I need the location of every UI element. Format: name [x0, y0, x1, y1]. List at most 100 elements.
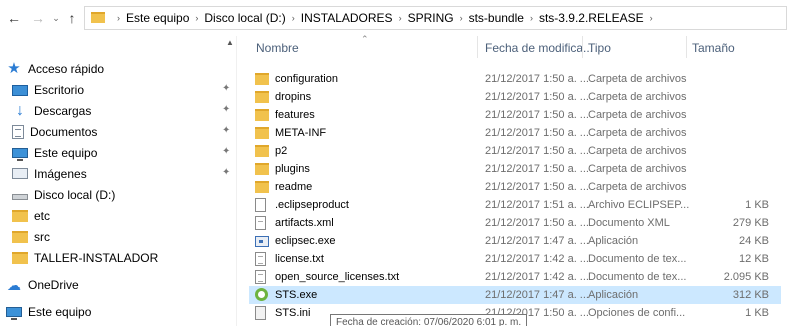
table-row[interactable]: dropins 21/12/2017 1:50 a. ... Carpeta d… — [249, 88, 781, 106]
file-size: 1 KB — [745, 199, 769, 211]
sidebar-item-images[interactable]: Imágenes ✦ — [12, 163, 242, 184]
file-name: configuration — [275, 73, 338, 85]
arrow-left-icon[interactable]: ← — [6, 10, 22, 26]
column-divider[interactable] — [477, 36, 478, 58]
folder-icon — [12, 230, 28, 243]
file-type: Carpeta de archivos — [588, 181, 687, 193]
computer-icon — [12, 148, 28, 161]
column-divider[interactable] — [686, 36, 687, 58]
pin-icon: ✦ — [222, 83, 231, 94]
sts-app-icon — [255, 288, 268, 301]
file-name: STS.exe — [275, 289, 318, 301]
sidebar-item-this-pc-root[interactable]: Este equipo — [6, 301, 236, 322]
column-header-date[interactable]: Fecha de modifica... — [485, 41, 593, 55]
file-date: 21/12/2017 1:50 a. ... — [485, 181, 589, 193]
sidebar-item-desktop[interactable]: Escritorio ✦ — [12, 79, 242, 100]
table-row[interactable]: eclipsec.exe 21/12/2017 1:47 a. ... Apli… — [249, 232, 781, 250]
table-row[interactable]: plugins 21/12/2017 1:50 a. ... Carpeta d… — [249, 160, 781, 178]
column-divider[interactable] — [582, 36, 583, 58]
text-file-icon — [255, 252, 266, 266]
images-icon — [12, 168, 28, 179]
file-name: open_source_licenses.txt — [275, 271, 400, 283]
xml-file-icon — [255, 216, 266, 230]
file-date: 21/12/2017 1:47 a. ... — [485, 289, 589, 301]
table-row-selected[interactable]: STS.exe 21/12/2017 1:47 a. ... Aplicació… — [249, 286, 781, 304]
scroll-up-icon[interactable]: ▲ — [226, 38, 234, 47]
file-type: Documento de tex... — [588, 271, 687, 283]
sidebar-item-etc[interactable]: etc — [12, 205, 242, 226]
sidebar-item-label: Descargas — [34, 103, 92, 118]
file-name: features — [275, 109, 315, 121]
settings-file-icon — [255, 306, 266, 320]
sidebar-item-label: Este equipo — [34, 145, 98, 160]
breadcrumb-item[interactable]: Disco local (D:) — [204, 11, 285, 25]
file-date: 21/12/2017 1:42 a. ... — [485, 271, 589, 283]
breadcrumb-item[interactable]: sts-bundle — [469, 11, 524, 25]
file-icon — [255, 198, 266, 212]
file-type: Carpeta de archivos — [588, 127, 687, 139]
table-row[interactable]: features 21/12/2017 1:50 a. ... Carpeta … — [249, 106, 781, 124]
file-name: STS.ini — [275, 307, 311, 319]
sidebar-item-label: Disco local (D:) — [34, 187, 116, 202]
text-file-icon — [255, 270, 266, 284]
table-row[interactable]: p2 21/12/2017 1:50 a. ... Carpeta de arc… — [249, 142, 781, 160]
desktop-icon — [12, 85, 28, 96]
sidebar-item-quick-access[interactable]: ★ Acceso rápido — [6, 58, 236, 79]
breadcrumb-item[interactable]: Este equipo — [126, 11, 189, 25]
sidebar-item-label: etc — [34, 208, 51, 223]
file-type: Carpeta de archivos — [588, 91, 687, 103]
file-name: dropins — [275, 91, 312, 103]
sidebar-item-documents[interactable]: Documentos ✦ — [12, 121, 242, 142]
breadcrumb-separator[interactable]: › — [530, 13, 533, 23]
folder-icon — [255, 163, 269, 175]
file-date: 21/12/2017 1:47 a. ... — [485, 235, 589, 247]
sidebar-item-downloads[interactable]: ↓ Descargas ✦ — [12, 100, 242, 121]
arrow-up-icon[interactable]: ↑ — [64, 10, 80, 26]
file-type: Documento de tex... — [588, 253, 687, 265]
pin-icon: ✦ — [222, 125, 231, 136]
column-header-size[interactable]: Tamaño — [692, 41, 735, 55]
breadcrumb-separator[interactable]: › — [292, 13, 295, 23]
table-row[interactable]: .eclipseproduct 21/12/2017 1:51 a. ... A… — [249, 196, 781, 214]
breadcrumb-separator[interactable]: › — [460, 13, 463, 23]
address-bar[interactable]: › Este equipo › Disco local (D:) › INSTA… — [84, 6, 787, 30]
breadcrumb-item[interactable]: SPRING — [408, 11, 454, 25]
folder-icon — [255, 145, 269, 157]
star-icon: ★ — [7, 59, 21, 77]
sidebar-item-taller-instalador[interactable]: TALLER-INSTALADOR — [12, 247, 242, 268]
sidebar-item-onedrive[interactable]: ☁ OneDrive — [6, 274, 236, 295]
file-date: 21/12/2017 1:51 a. ... — [485, 199, 589, 211]
file-size: 312 KB — [732, 289, 769, 301]
breadcrumb-separator[interactable]: › — [399, 13, 402, 23]
file-type: Carpeta de archivos — [588, 163, 687, 175]
file-size: 12 KB — [739, 253, 769, 265]
file-size: 2.095 KB — [723, 271, 769, 283]
sidebar-item-label: Acceso rápido — [28, 61, 105, 76]
table-row[interactable]: artifacts.xml 21/12/2017 1:50 a. ... Doc… — [249, 214, 781, 232]
breadcrumb-separator[interactable]: › — [650, 13, 653, 23]
file-date: 21/12/2017 1:50 a. ... — [485, 145, 589, 157]
file-date: 21/12/2017 1:50 a. ... — [485, 91, 589, 103]
table-row[interactable]: license.txt 21/12/2017 1:42 a. ... Docum… — [249, 250, 781, 268]
arrow-right-icon[interactable]: → — [30, 10, 46, 26]
chevron-down-icon[interactable]: ⌄ — [48, 10, 64, 26]
file-date: 21/12/2017 1:50 a. ... — [485, 109, 589, 121]
column-header-type[interactable]: Tipo — [588, 41, 611, 55]
table-row[interactable]: readme 21/12/2017 1:50 a. ... Carpeta de… — [249, 178, 781, 196]
file-date: 21/12/2017 1:42 a. ... — [485, 253, 589, 265]
sidebar-item-src[interactable]: src — [12, 226, 242, 247]
breadcrumb-separator[interactable]: › — [195, 13, 198, 23]
table-row[interactable]: META-INF 21/12/2017 1:50 a. ... Carpeta … — [249, 124, 781, 142]
sidebar-item-label: Escritorio — [34, 82, 85, 97]
folder-icon — [255, 109, 269, 121]
breadcrumb-item[interactable]: INSTALADORES — [301, 11, 393, 25]
sidebar-item-local-disk[interactable]: Disco local (D:) — [12, 184, 242, 205]
file-type: Opciones de confi... — [588, 307, 686, 319]
breadcrumb-separator[interactable]: › — [117, 13, 120, 23]
table-row[interactable]: configuration 21/12/2017 1:50 a. ... Car… — [249, 70, 781, 88]
table-row[interactable]: open_source_licenses.txt 21/12/2017 1:42… — [249, 268, 781, 286]
folder-icon — [12, 209, 28, 222]
column-header-name[interactable]: Nombre — [256, 41, 299, 55]
breadcrumb-item[interactable]: sts-3.9.2.RELEASE — [539, 11, 644, 25]
sidebar-item-this-pc[interactable]: Este equipo ✦ — [12, 142, 242, 163]
